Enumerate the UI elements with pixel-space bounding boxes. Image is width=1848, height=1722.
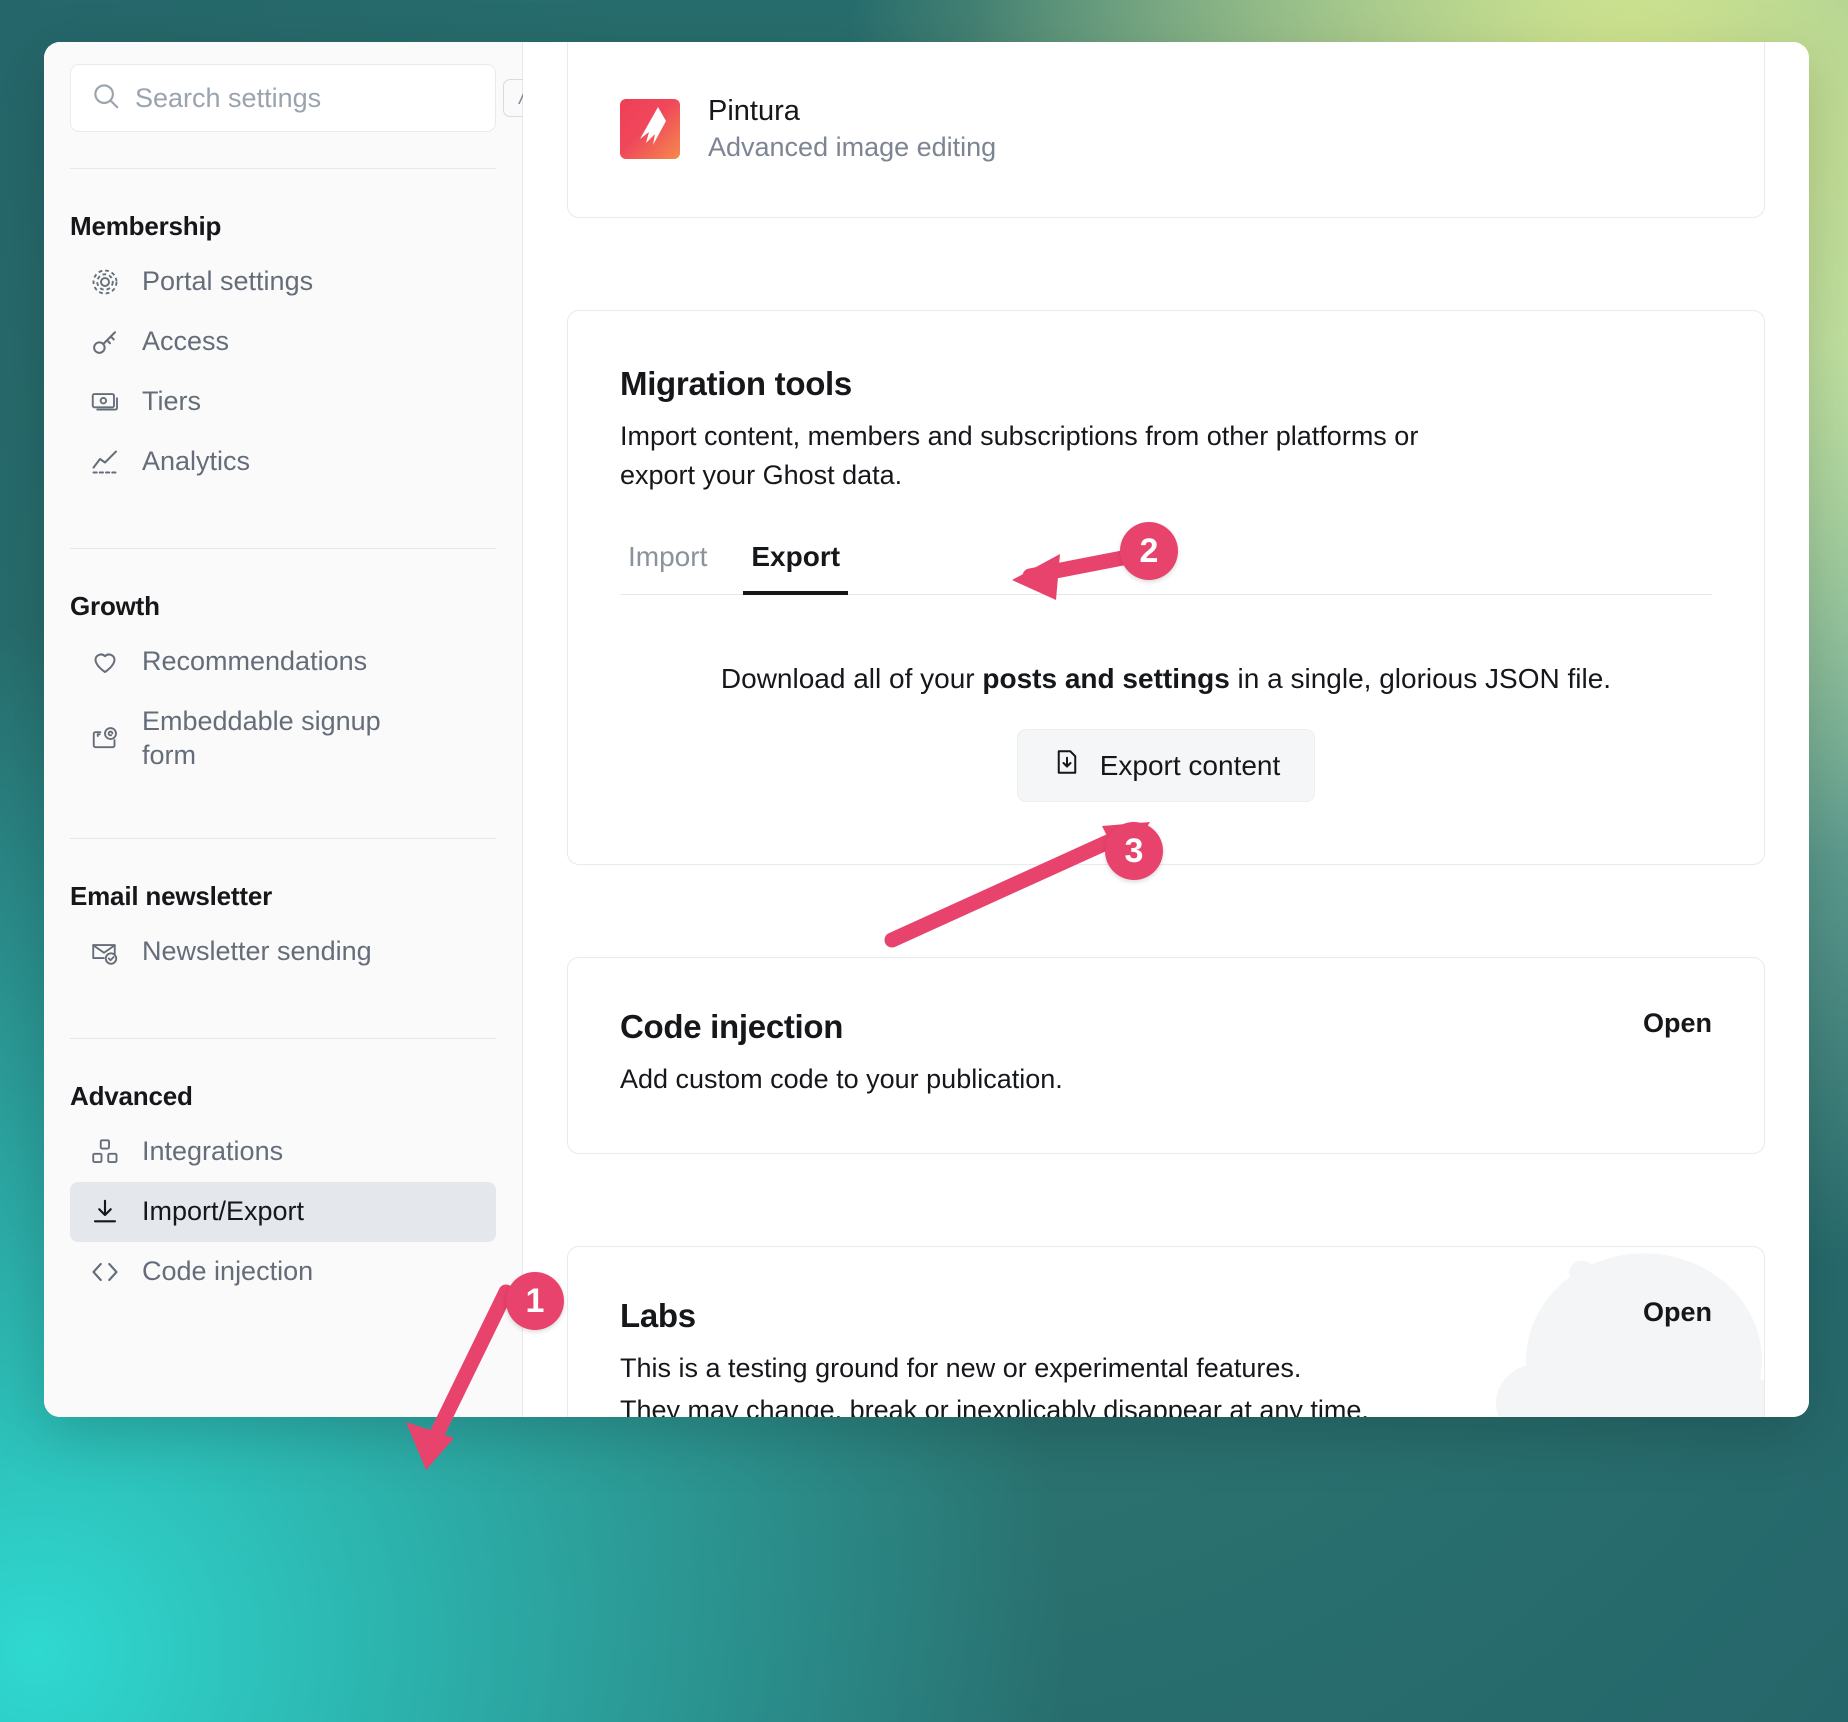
key-icon [88,325,122,359]
sidebar-group-title-growth: Growth [70,591,160,621]
file-download-icon [1052,747,1082,784]
pintura-title: Pintura [708,95,800,127]
search-section: / [44,42,541,132]
settings-window: / Membership Portal settings [44,42,1809,1417]
sidebar-item-label: Import/Export [142,1195,305,1226]
code-injection-description: Add custom code to your publication. [620,1064,1063,1095]
tab-export[interactable]: Export [743,541,849,596]
code-injection-text: Code injection Add custom code to your p… [620,1008,1063,1099]
sidebar-item-label: Analytics [142,446,251,477]
migration-tools-description: Import content, members and subscription… [620,421,1419,491]
sidebar-item-recommendations[interactable]: Recommendations [70,632,496,692]
export-description-suffix: in a single, glorious JSON file. [1229,663,1612,695]
banknote-icon [88,385,122,419]
sidebar-item-portal-settings[interactable]: Portal settings [70,252,496,312]
blocks-icon [88,1135,122,1169]
tab-import[interactable]: Import [620,541,715,595]
sidebar-item-analytics[interactable]: Analytics [70,432,496,492]
sidebar-item-label: Embeddable signup form [142,706,381,770]
labs-card[interactable]: Labs This is a testing ground for new or… [567,1246,1765,1417]
labs-open-link[interactable]: Open [1643,1297,1712,1328]
labs-description-line2: They may change, break or inexplicably d… [620,1394,1369,1417]
search-box[interactable]: / [70,64,541,132]
sidebar-item-label: Newsletter sending [142,935,372,966]
code-brackets-icon [88,1255,122,1289]
mail-check-icon [88,935,122,969]
settings-sidebar: / Membership Portal settings [44,42,541,1417]
export-content-button-label: Export content [1099,749,1281,781]
download-icon [88,1195,122,1229]
export-description: Download all of your posts and settings … [620,663,1712,695]
embed-signup-icon [88,722,122,756]
pintura-logo-icon [620,99,680,159]
export-description-bold: posts and settings [982,663,1230,695]
pintura-card[interactable]: Pintura Advanced image editing [567,42,1765,218]
sidebar-item-label: Portal settings [142,266,314,297]
export-description-prefix: Download all of your [720,663,983,695]
sidebar-item-label: Code injection [142,1255,314,1286]
migration-tabs: Import Export [620,541,1712,596]
sidebar-group-title-email-newsletter: Email newsletter [70,880,272,911]
search-input[interactable] [135,82,489,114]
sidebar-item-label: Tiers [142,386,201,417]
sidebar-item-label: Integrations [142,1135,284,1166]
settings-main-content: Pintura Advanced image editing Migration… [523,42,1809,1417]
migration-tools-card: Migration tools Import content, members … [567,310,1765,866]
heart-icon [88,645,122,679]
sidebar-group-title-membership: Membership [70,211,222,241]
labs-description-line1: This is a testing ground for new or expe… [620,1353,1302,1384]
sidebar-item-code-injection[interactable]: Code injection [70,1242,496,1302]
migration-tools-title: Migration tools [620,365,852,402]
labs-decorative-blobs [1496,1253,1764,1417]
export-content-button[interactable]: Export content [1016,729,1316,803]
code-injection-open-link[interactable]: Open [1643,1008,1712,1039]
sidebar-item-tiers[interactable]: Tiers [70,372,496,432]
sidebar-item-import-export[interactable]: Import/Export [70,1181,496,1242]
sidebar-item-access[interactable]: Access [70,312,496,372]
sidebar-group-title-advanced: Advanced [70,1080,193,1111]
pintura-row: Pintura Advanced image editing [620,95,1712,163]
labs-title: Labs [620,1297,696,1335]
pintura-subtitle: Advanced image editing [708,132,997,162]
code-injection-title: Code injection [620,1008,844,1046]
chart-line-icon [88,445,122,479]
sidebar-item-embeddable-signup-form[interactable]: Embeddable signup form [70,692,496,786]
sidebar-item-label: Recommendations [142,646,368,677]
search-icon [91,81,121,116]
portal-icon [88,265,122,299]
sidebar-item-label: Access [142,326,230,357]
code-injection-card[interactable]: Code injection Add custom code to your p… [567,957,1765,1155]
pintura-text: Pintura Advanced image editing [708,95,996,163]
sidebar-item-integrations[interactable]: Integrations [70,1122,496,1182]
labs-text: Labs This is a testing ground for new or… [620,1297,1369,1417]
sidebar-item-newsletter-sending[interactable]: Newsletter sending [70,922,496,982]
